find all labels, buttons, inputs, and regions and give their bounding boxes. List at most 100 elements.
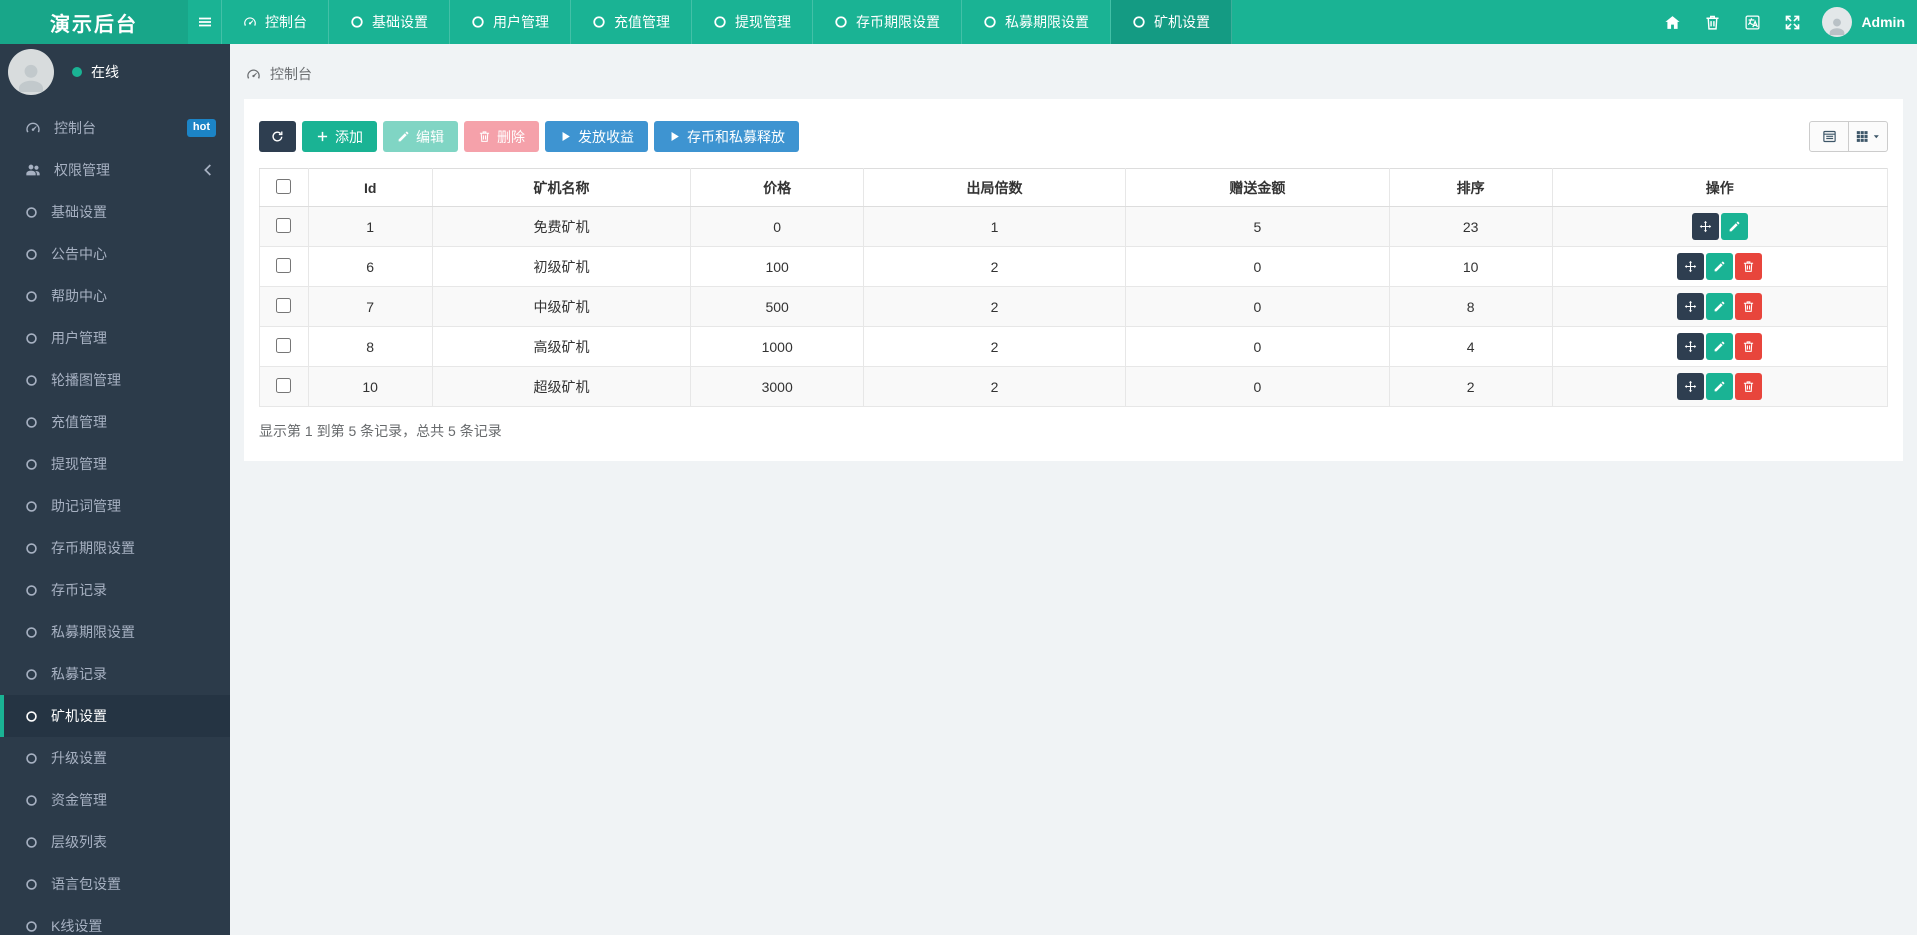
delete-row-button[interactable]: [1735, 253, 1762, 280]
circle-icon: [25, 458, 38, 471]
sidebar-item-basic-settings[interactable]: 基础设置: [0, 191, 230, 233]
sidebar-item-label: 资金管理: [51, 790, 107, 810]
hot-badge: hot: [187, 119, 216, 136]
edit-row-button[interactable]: [1706, 333, 1733, 360]
move-row-button[interactable]: [1677, 253, 1704, 280]
move-row-button[interactable]: [1677, 373, 1704, 400]
move-row-button[interactable]: [1692, 213, 1719, 240]
add-button[interactable]: 添加: [302, 121, 377, 152]
translate-button[interactable]: [1732, 0, 1772, 44]
circle-icon: [834, 15, 848, 29]
nav-tab-basic[interactable]: 基础设置: [329, 0, 450, 44]
cell-miner-name: 免费矿机: [432, 207, 691, 247]
trash-icon: [1742, 260, 1755, 273]
nav-tab-users[interactable]: 用户管理: [450, 0, 571, 44]
move-icon: [1699, 220, 1712, 233]
sidebar-item-help-center[interactable]: 帮助中心: [0, 275, 230, 317]
pencil-icon: [1713, 300, 1726, 313]
sidebar-item-kline[interactable]: K线设置: [0, 905, 230, 935]
sidebar-item-deposit-term[interactable]: 存币期限设置: [0, 527, 230, 569]
sidebar-item-recharge[interactable]: 充值管理: [0, 401, 230, 443]
circle-icon: [25, 626, 38, 639]
edit-row-button[interactable]: [1706, 373, 1733, 400]
detail-view-button[interactable]: [1809, 121, 1849, 152]
nav-tab-label: 私募期限设置: [1005, 12, 1089, 32]
edit-row-button[interactable]: [1721, 213, 1748, 240]
row-checkbox[interactable]: [276, 338, 291, 353]
release-button[interactable]: 存币和私募释放: [654, 121, 799, 152]
sidebar-item-announcements[interactable]: 公告中心: [0, 233, 230, 275]
sidebar-item-carousel[interactable]: 轮播图管理: [0, 359, 230, 401]
sidebar-item-label: 矿机设置: [51, 706, 107, 726]
delete-row-button[interactable]: [1735, 293, 1762, 320]
cell-out-multiple: 2: [863, 327, 1125, 367]
user-menu[interactable]: Admin: [1812, 7, 1905, 37]
cell-miner-name: 高级矿机: [432, 327, 691, 367]
nav-tab-miner[interactable]: 矿机设置: [1111, 0, 1232, 44]
sidebar-item-console[interactable]: 控制台hot: [0, 107, 230, 149]
cell-out-multiple: 2: [863, 287, 1125, 327]
person-icon: [1826, 15, 1848, 37]
sidebar-item-label: 助记词管理: [51, 496, 121, 516]
cell-actions: [1552, 207, 1887, 247]
circle-icon: [25, 752, 38, 765]
username: Admin: [1861, 14, 1905, 30]
sidebar-item-deposit-records[interactable]: 存币记录: [0, 569, 230, 611]
pencil-icon: [1713, 380, 1726, 393]
delete-row-button[interactable]: [1735, 373, 1762, 400]
top-navbar: 演示后台 控制台基础设置用户管理充值管理提现管理存币期限设置私募期限设置矿机设置…: [0, 0, 1917, 44]
cell-actions: [1552, 327, 1887, 367]
trash-icon: [478, 130, 491, 143]
circle-icon: [25, 332, 38, 345]
grant-income-button[interactable]: 发放收益: [545, 121, 648, 152]
sidebar-item-upgrade[interactable]: 升级设置: [0, 737, 230, 779]
avatar[interactable]: [8, 49, 54, 95]
sidebar-toggle-button[interactable]: [188, 0, 222, 44]
select-all-checkbox[interactable]: [276, 179, 291, 194]
cell-actions: [1552, 367, 1887, 407]
table-row: 10超级矿机3000202: [260, 367, 1888, 407]
fullscreen-button[interactable]: [1772, 0, 1812, 44]
sidebar-item-language-pack[interactable]: 语言包设置: [0, 863, 230, 905]
move-row-button[interactable]: [1677, 293, 1704, 320]
nav-tab-console[interactable]: 控制台: [222, 0, 329, 44]
home-button[interactable]: [1652, 0, 1692, 44]
circle-icon: [25, 836, 38, 849]
circle-icon: [25, 668, 38, 681]
circle-icon: [25, 374, 38, 387]
column-view-button[interactable]: [1848, 121, 1888, 152]
cell-sort: 4: [1389, 327, 1552, 367]
sidebar-item-mnemonic[interactable]: 助记词管理: [0, 485, 230, 527]
nav-tab-label: 矿机设置: [1154, 12, 1210, 32]
sidebar-item-levels[interactable]: 层级列表: [0, 821, 230, 863]
delete-row-button[interactable]: [1735, 333, 1762, 360]
sidebar-item-user-management[interactable]: 用户管理: [0, 317, 230, 359]
row-checkbox[interactable]: [276, 258, 291, 273]
row-checkbox[interactable]: [276, 298, 291, 313]
sidebar-item-funds[interactable]: 资金管理: [0, 779, 230, 821]
refresh-button[interactable]: [259, 121, 296, 152]
edit-row-button[interactable]: [1706, 253, 1733, 280]
sidebar-item-private-term[interactable]: 私募期限设置: [0, 611, 230, 653]
trash-icon: [1742, 340, 1755, 353]
gauge-icon: [25, 120, 41, 136]
nav-tab-recharge[interactable]: 充值管理: [571, 0, 692, 44]
sidebar-item-private-records[interactable]: 私募记录: [0, 653, 230, 695]
sidebar-item-withdrawal[interactable]: 提现管理: [0, 443, 230, 485]
chevron-left-icon: [200, 162, 216, 178]
nav-tab-deposit-term[interactable]: 存币期限设置: [813, 0, 962, 44]
sidebar-item-miner-settings[interactable]: 矿机设置: [0, 695, 230, 737]
circle-icon: [25, 710, 38, 723]
row-checkbox[interactable]: [276, 218, 291, 233]
edit-row-button[interactable]: [1706, 293, 1733, 320]
cell-price: 0: [691, 207, 864, 247]
sidebar-item-label: 语言包设置: [51, 874, 121, 894]
row-checkbox[interactable]: [276, 378, 291, 393]
nav-tab-withdraw[interactable]: 提现管理: [692, 0, 813, 44]
move-row-button[interactable]: [1677, 333, 1704, 360]
trash-button[interactable]: [1692, 0, 1732, 44]
users-icon: [25, 162, 41, 178]
sidebar-item-permissions[interactable]: 权限管理: [0, 149, 230, 191]
nav-tab-private-term[interactable]: 私募期限设置: [962, 0, 1111, 44]
cell-sort: 10: [1389, 247, 1552, 287]
